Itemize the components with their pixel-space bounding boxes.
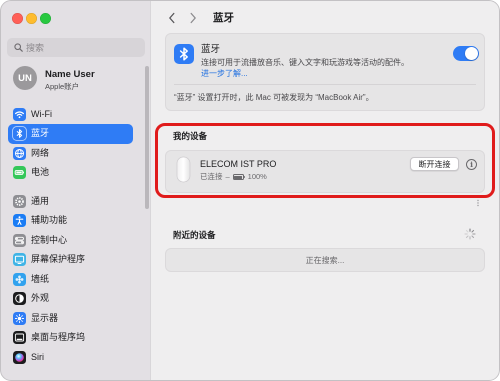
sidebar-item-siri[interactable]: Siri xyxy=(8,348,133,368)
sidebar-item-displays[interactable]: 显示器 xyxy=(8,309,133,329)
learn-more-link[interactable]: 进一步了解... xyxy=(201,69,248,79)
sidebar-item-battery[interactable]: 电池 xyxy=(8,163,133,183)
bluetooth-toggle[interactable] xyxy=(453,46,479,61)
discoverable-note: “蓝牙” 设置打开时，此 Mac 可被发现为 “MacBook Air”。 xyxy=(174,93,374,102)
sidebar-scrollbar[interactable] xyxy=(145,66,149,209)
sidebar-item-bluetooth[interactable]: 蓝牙 xyxy=(8,124,133,144)
bluetooth-settings-card: 蓝牙 连接可用于流播放音乐、键入文字和玩游戏等活动的配件。 进一步了解... “… xyxy=(165,33,485,111)
sidebar-item-label: 网络 xyxy=(31,147,50,158)
dock-icon xyxy=(13,331,26,345)
sidebar-item-network[interactable]: 网络 xyxy=(8,144,133,164)
sidebar-item-label: 控制中心 xyxy=(31,234,68,245)
toggle-knob xyxy=(465,47,478,60)
device-row[interactable]: ELECOM IST PRO 已连接 – 100% 断开连接 i xyxy=(165,150,485,193)
battery-level-icon xyxy=(232,174,246,180)
zoom-button[interactable] xyxy=(39,12,51,24)
bluetooth-title: 蓝牙 xyxy=(201,44,221,55)
globe-icon xyxy=(13,146,26,160)
sidebar-item-control-center[interactable]: 控制中心 xyxy=(8,231,133,251)
back-chevron-icon[interactable] xyxy=(167,12,177,24)
appearance-icon xyxy=(13,292,26,306)
bluetooth-description: 连接可用于流播放音乐、键入文字和玩游戏等活动的配件。 xyxy=(201,58,409,67)
sidebar-item-label: 屏幕保护程序 xyxy=(31,254,86,264)
accessibility-icon xyxy=(13,214,26,228)
sidebar-item-label: 显示器 xyxy=(31,312,59,323)
wallpaper-icon xyxy=(13,272,26,286)
page-title: 蓝牙 xyxy=(213,11,234,24)
nearby-devices-heading: 附近的设备 xyxy=(173,230,216,240)
avatar: UN xyxy=(13,66,37,90)
sidebar-item-appearance[interactable]: 外观 xyxy=(8,289,133,309)
system-settings-window: UN Name User Apple账户 Wi-Fi 蓝牙 网络 电池 通用 xyxy=(0,0,500,381)
device-status: 已连接 – 100% xyxy=(200,172,267,182)
sidebar-item-desktop-dock[interactable]: 桌面与程序坞 xyxy=(8,328,133,348)
sidebar-item-label: Siri xyxy=(31,351,44,362)
sidebar-item-screen-saver[interactable]: 屏幕保护程序 xyxy=(8,250,133,270)
bluetooth-icon xyxy=(13,127,26,141)
sidebar-item-label: 外观 xyxy=(31,293,50,303)
sidebar-item-accessibility[interactable]: 辅助功能 xyxy=(8,211,133,231)
sidebar-item-wifi[interactable]: Wi-Fi xyxy=(8,105,133,125)
device-name: ELECOM IST PRO xyxy=(200,159,277,169)
mouse-icon xyxy=(176,156,191,183)
connection-status: 已连接 xyxy=(200,172,223,181)
battery-icon xyxy=(13,166,26,180)
sidebar-item-label: 辅助功能 xyxy=(31,215,68,225)
disconnect-button[interactable]: 断开连接 xyxy=(410,157,459,171)
more-dots-icon xyxy=(477,199,479,207)
account-subtitle: Apple账户 xyxy=(45,82,80,91)
battery-level-fill xyxy=(234,175,243,179)
sidebar-item-label: 桌面与程序坞 xyxy=(31,332,86,342)
sidebar-item-label: 蓝牙 xyxy=(31,128,50,138)
account-name: Name User xyxy=(45,69,95,80)
search-icon xyxy=(14,43,23,52)
screen-saver-icon xyxy=(13,253,26,267)
siri-icon xyxy=(13,350,26,364)
search-input[interactable] xyxy=(26,38,138,57)
loading-spinner-icon xyxy=(464,228,476,240)
status-separator: – xyxy=(225,172,230,181)
sidebar-item-label: Wi-Fi xyxy=(31,108,52,119)
minimize-button[interactable] xyxy=(25,12,37,24)
display-icon xyxy=(13,311,26,325)
my-devices-heading: 我的设备 xyxy=(173,131,208,141)
forward-chevron-icon[interactable] xyxy=(188,12,198,24)
sidebar-item-label: 通用 xyxy=(31,195,50,206)
control-center-icon xyxy=(13,233,26,247)
searching-status: 正在搜索... xyxy=(305,256,345,265)
info-icon[interactable]: i xyxy=(466,158,477,170)
sidebar: UN Name User Apple账户 Wi-Fi 蓝牙 网络 电池 通用 xyxy=(0,0,151,381)
battery-percentage: 100% xyxy=(247,172,267,181)
sidebar-item-wallpaper[interactable]: 墙纸 xyxy=(8,270,133,290)
search-field[interactable] xyxy=(7,38,145,57)
sidebar-item-general[interactable]: 通用 xyxy=(8,192,133,212)
sidebar-item-label: 电池 xyxy=(31,167,50,177)
close-button[interactable] xyxy=(11,12,23,24)
divider xyxy=(174,84,476,85)
sidebar-item-label: 墙纸 xyxy=(31,273,50,284)
wifi-icon xyxy=(13,107,26,121)
bluetooth-icon xyxy=(174,44,194,64)
nearby-devices-list: 正在搜索... xyxy=(165,248,485,272)
gear-icon xyxy=(13,194,26,208)
